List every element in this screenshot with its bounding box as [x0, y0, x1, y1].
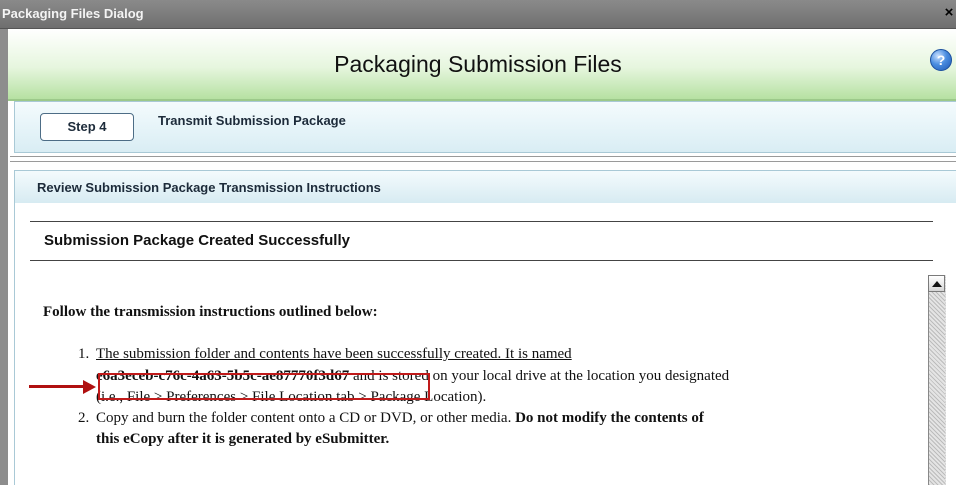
list-item-text-bold: Do not modify the contents of	[515, 410, 704, 426]
review-instructions-label: Review Submission Package Transmission I…	[37, 180, 381, 195]
step-4-button[interactable]: Step 4	[40, 113, 134, 141]
review-instructions-header: Review Submission Package Transmission I…	[14, 170, 956, 204]
scrollbar-thumb[interactable]	[929, 292, 945, 485]
step-label: Transmit Submission Package	[158, 113, 346, 128]
divider	[10, 161, 956, 162]
list-item-text: The submission folder and contents have …	[96, 346, 572, 362]
scroll-up-arrow-icon[interactable]	[928, 275, 945, 292]
packaging-files-dialog: Packaging Files Dialog × Packaging Submi…	[0, 0, 956, 485]
page-title: Packaging Submission Files	[334, 51, 622, 77]
list-item-text: Copy and burn the folder content onto a …	[96, 408, 704, 429]
divider	[10, 156, 956, 157]
list-item-number: 2.	[78, 410, 90, 426]
close-icon[interactable]: ×	[942, 4, 956, 22]
header-band: Packaging Submission Files ?	[8, 29, 956, 101]
heading-rule-bottom	[30, 260, 933, 261]
list-item-text-normal: Copy and burn the folder content onto a …	[96, 410, 516, 426]
instructions-intro: Follow the transmission instructions out…	[43, 304, 378, 320]
window-title: Packaging Files Dialog	[2, 6, 144, 21]
list-item-number: 1.	[78, 346, 90, 362]
heading-rule-top	[30, 221, 933, 222]
arrow-head	[83, 380, 96, 394]
title-bar: Packaging Files Dialog ×	[0, 0, 956, 29]
success-heading: Submission Package Created Successfully	[44, 232, 350, 249]
list-item-text: this eCopy after it is generated by eSub…	[96, 431, 390, 447]
arrow-right-icon	[29, 385, 85, 388]
help-icon[interactable]: ?	[930, 49, 952, 71]
step-band: Step 4 Transmit Submission Package	[14, 101, 956, 153]
guid-highlight-box	[98, 373, 430, 400]
window-left-border	[0, 29, 8, 485]
